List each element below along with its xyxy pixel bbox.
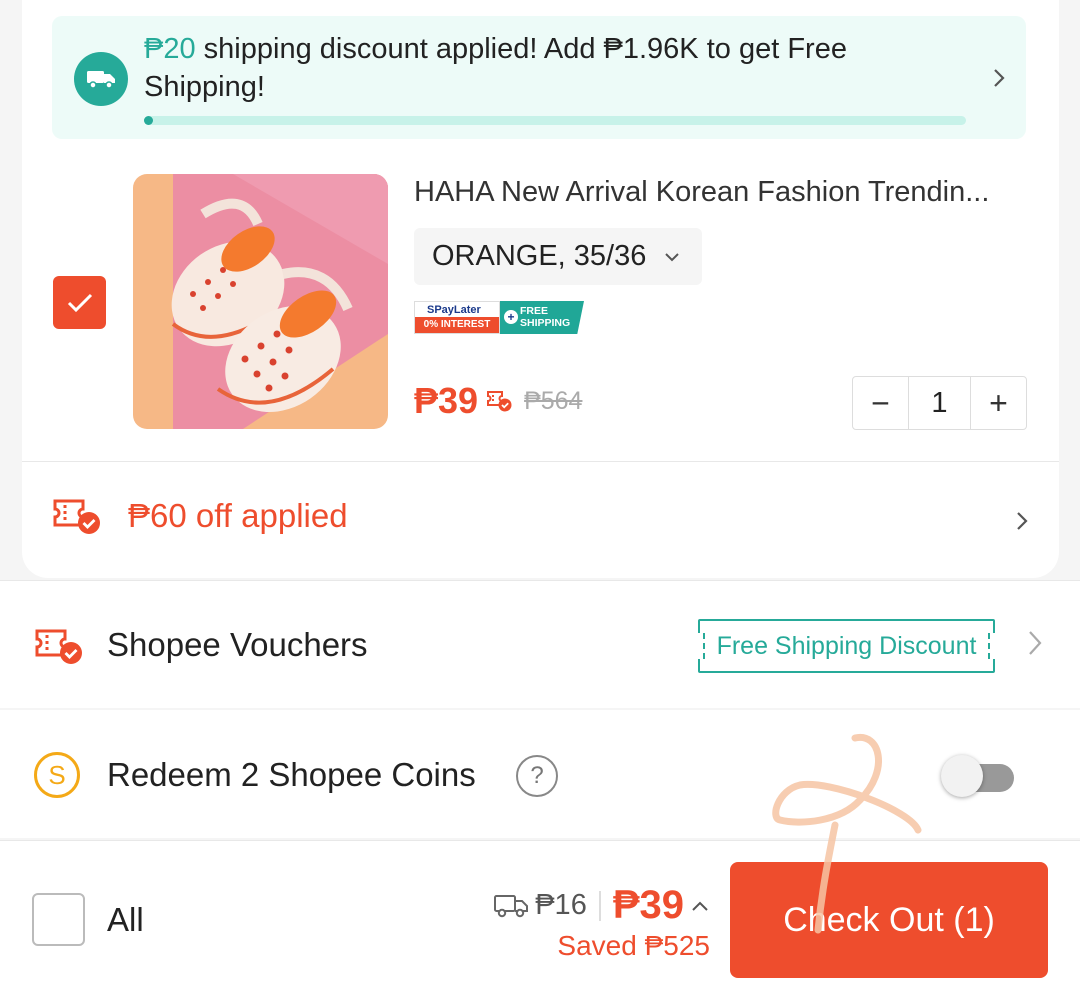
voucher-icon [35,629,82,664]
shipping-fee: ₱16 [535,889,587,921]
quantity-value[interactable]: 1 [908,377,971,429]
free-shipping-badge: + FREE SHIPPING [500,301,584,334]
cart-shop-card: ₱20 shipping discount applied! Add ₱1.96… [22,0,1059,578]
divider [598,890,601,921]
saved-amount: Saved ₱525 [557,930,710,961]
original-price: ₱564 [524,386,583,415]
shopee-coins-row: S Redeem 2 Shopee Coins ? [0,710,1080,838]
shopee-vouchers-row[interactable]: Shopee Vouchers Free Shipping Discount [0,580,1080,708]
decrease-quantity-button[interactable]: − [853,377,908,429]
spaylater-badge: SPayLater 0% INTEREST [414,301,500,334]
increase-quantity-button[interactable]: + [971,377,1026,429]
coin-icon: S [34,752,80,798]
spaylater-label: SPayLater [415,302,499,318]
shopee-vouchers-label: Shopee Vouchers [107,626,368,663]
variant-selector[interactable]: ORANGE, 35/36 [414,228,703,285]
product-image[interactable] [133,174,388,429]
totals-line: ₱16 ₱39 [493,883,710,928]
toggle-knob [941,755,983,797]
chevron-down-icon [665,252,680,261]
shop-voucher-label: ₱60 off applied [128,497,348,534]
plus-icon: + [504,310,518,324]
chevron-up-icon [692,901,708,911]
item-select-checkbox[interactable] [53,276,106,329]
product-title[interactable]: HAHA New Arrival Korean Fashion Trendin.… [414,173,1024,211]
truck-icon [494,894,529,917]
select-all-label[interactable]: All [107,901,144,939]
price-row: ₱39 ₱564 [414,380,582,422]
select-all-checkbox[interactable] [32,893,85,946]
help-icon[interactable]: ? [516,755,558,797]
redeem-coins-toggle[interactable] [941,755,1014,797]
interest-label: 0% INTEREST [415,317,499,333]
shipping-discount-amount: ₱20 [144,33,196,65]
order-totals[interactable]: ₱16 ₱39 Saved ₱525 [493,883,710,962]
shipping-discount-text: shipping discount applied! Add ₱1.96K to… [144,33,847,103]
check-out-button[interactable]: Check Out (1) [730,862,1048,978]
voucher-icon [53,499,100,534]
truck-icon [74,52,128,106]
free-shipping-discount-tag: Free Shipping Discount [695,619,998,673]
checkmark-icon [67,293,92,312]
free-shipping-badge-line2: SHIPPING [520,317,571,329]
free-shipping-progress-fill [144,116,153,125]
chevron-right-icon[interactable] [1015,509,1029,538]
promo-badges: SPayLater 0% INTEREST + FREE SHIPPING [414,301,584,334]
divider [22,461,1059,462]
shop-voucher-row[interactable]: ₱60 off applied [52,496,348,536]
chevron-right-icon [992,66,1006,95]
shipping-discount-message: ₱20 shipping discount applied! Add ₱1.96… [144,30,924,106]
redeem-coins-label: Redeem 2 Shopee Coins [107,756,476,793]
chevron-right-icon [1026,628,1044,663]
checkout-bar: All ₱16 ₱39 Saved ₱525 Check Out (1) [0,840,1080,999]
variant-value: ORANGE, 35/36 [432,240,647,272]
total-price: ₱39 [612,883,684,927]
free-shipping-progress-bar [144,116,966,125]
voucher-icon [487,391,512,412]
free-shipping-badge-line1: FREE [520,305,549,317]
item-price: ₱39 [414,380,479,421]
quantity-stepper: − 1 + [852,376,1027,430]
shipping-discount-banner[interactable]: ₱20 shipping discount applied! Add ₱1.96… [52,16,1026,139]
